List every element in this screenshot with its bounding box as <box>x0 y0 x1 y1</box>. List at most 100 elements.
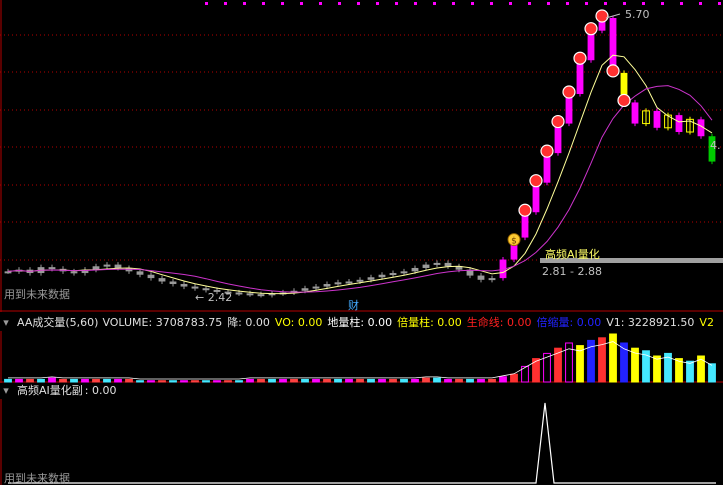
top-marker <box>566 2 569 5</box>
top-marker <box>262 2 265 5</box>
volume-panel-header: ▾ AA成交量(5,60) VOLUME: 3708783.75 降: 0.00 VO:… <box>0 316 723 330</box>
volume-bar <box>202 380 210 383</box>
top-marker <box>680 2 683 5</box>
top-marker <box>490 2 493 5</box>
volume-indicator-8: V2 <box>699 316 714 329</box>
collapse-triangle-icon-sub[interactable]: ▾ <box>0 384 12 398</box>
volume-panel-title[interactable]: AA成交量(5,60) <box>17 316 98 329</box>
top-marker <box>699 2 702 5</box>
sub-panel-value: : 0.00 <box>84 384 117 397</box>
sub-panel-title[interactable]: 高频AI量化副 <box>17 384 83 397</box>
signal-ball-icon <box>573 51 587 65</box>
volume-bar <box>400 378 408 383</box>
volume-bar <box>301 378 309 383</box>
top-marker <box>205 2 208 5</box>
candle-body <box>114 264 122 268</box>
candle-body <box>345 281 353 284</box>
volume-indicator-list: VOLUME: 3708783.75 降: 0.00 VO: 0.00 地量柱: 0.… <box>102 316 719 329</box>
top-marker <box>528 2 531 5</box>
top-marker <box>509 2 512 5</box>
volume-indicator-2: VO: 0.00 <box>274 316 323 329</box>
volume-bar <box>455 378 463 383</box>
volume-indicator-7: V1: 3228921.50 <box>606 316 695 329</box>
top-marker <box>661 2 664 5</box>
signal-ball-icon <box>562 85 576 99</box>
low-price-label: ← 2.42 <box>195 291 233 304</box>
volume-bar <box>15 378 23 383</box>
volume-bar <box>235 380 243 383</box>
candle-body <box>576 60 584 95</box>
finance-icon[interactable]: 财 <box>348 299 359 312</box>
volume-bar <box>103 378 111 383</box>
main-price-panel[interactable]: $ <box>0 0 723 312</box>
volume-bar <box>125 378 133 383</box>
candle-body <box>334 282 342 285</box>
signal-ball-icon <box>606 64 620 78</box>
volume-indicator-3: 地量柱: 0.00 <box>327 316 393 329</box>
volume-bar <box>213 380 221 383</box>
volume-bar <box>4 378 12 383</box>
candle-body <box>202 288 210 291</box>
volume-bar <box>499 376 507 383</box>
candle-body <box>389 273 397 276</box>
sub-panel-header: ▾ 高频AI量化副: 0.00 <box>0 384 121 398</box>
coin-icon-text: $ <box>511 237 517 247</box>
candle-body <box>103 264 111 267</box>
candle-body <box>147 274 155 279</box>
volume-bar <box>81 378 89 383</box>
volume-bar <box>180 380 188 383</box>
top-marker <box>547 2 550 5</box>
volume-indicator-0: VOLUME: 3708783.75 <box>102 316 223 329</box>
volume-bar <box>466 378 474 383</box>
volume-ma-line <box>8 341 713 380</box>
top-marker <box>224 2 227 5</box>
top-marker <box>433 2 436 5</box>
volume-panel[interactable] <box>0 331 723 383</box>
candle-body <box>411 267 419 272</box>
volume-bar <box>433 377 441 383</box>
volume-bar <box>48 377 56 383</box>
candle-body <box>400 271 408 274</box>
volume-indicator-4: 倍量柱: 0.00 <box>397 316 462 329</box>
volume-indicator-5: 生命线: 0.00 <box>466 316 532 329</box>
volume-bar <box>411 378 419 383</box>
candle-body <box>653 110 661 128</box>
low-price-value: 2.42 <box>207 291 233 304</box>
volume-bar <box>136 380 144 383</box>
volume-bar <box>158 380 166 383</box>
candle-body <box>70 271 78 274</box>
candle-body <box>444 262 452 267</box>
strategy-label: 高频AI量化 <box>545 248 600 261</box>
right-price-label: 4. <box>710 139 721 152</box>
candle-body <box>301 288 309 291</box>
top-marker <box>243 2 246 5</box>
volume-indicator-1: 降: 0.00 <box>227 316 270 329</box>
candle-body <box>257 294 265 297</box>
ma-line-short <box>7 54 713 295</box>
volume-bar <box>444 378 452 383</box>
candle-body <box>631 102 639 124</box>
sub-indicator-panel[interactable] <box>0 399 723 485</box>
candle-body <box>323 284 331 287</box>
volume-bar <box>488 378 496 383</box>
signal-ball-icon <box>551 114 565 129</box>
collapse-triangle-icon[interactable]: ▾ <box>0 316 12 330</box>
volume-bar <box>257 378 265 383</box>
volume-bar <box>312 378 320 383</box>
volume-bar <box>323 378 331 383</box>
top-marker <box>281 2 284 5</box>
volume-bar <box>378 378 386 383</box>
candle-body <box>367 277 375 280</box>
volume-bar <box>345 378 353 383</box>
sub-signal-line <box>8 402 716 484</box>
candle-body <box>246 293 254 296</box>
signal-ball-icon <box>518 203 532 217</box>
volume-bar <box>334 378 342 383</box>
top-marker <box>604 2 607 5</box>
volume-bar <box>224 380 232 383</box>
volume-bar <box>147 380 155 383</box>
future-data-label-main: 用到未来数据 <box>4 288 70 301</box>
top-marker <box>414 2 417 5</box>
volume-bar <box>510 373 518 383</box>
volume-bar <box>26 378 34 383</box>
